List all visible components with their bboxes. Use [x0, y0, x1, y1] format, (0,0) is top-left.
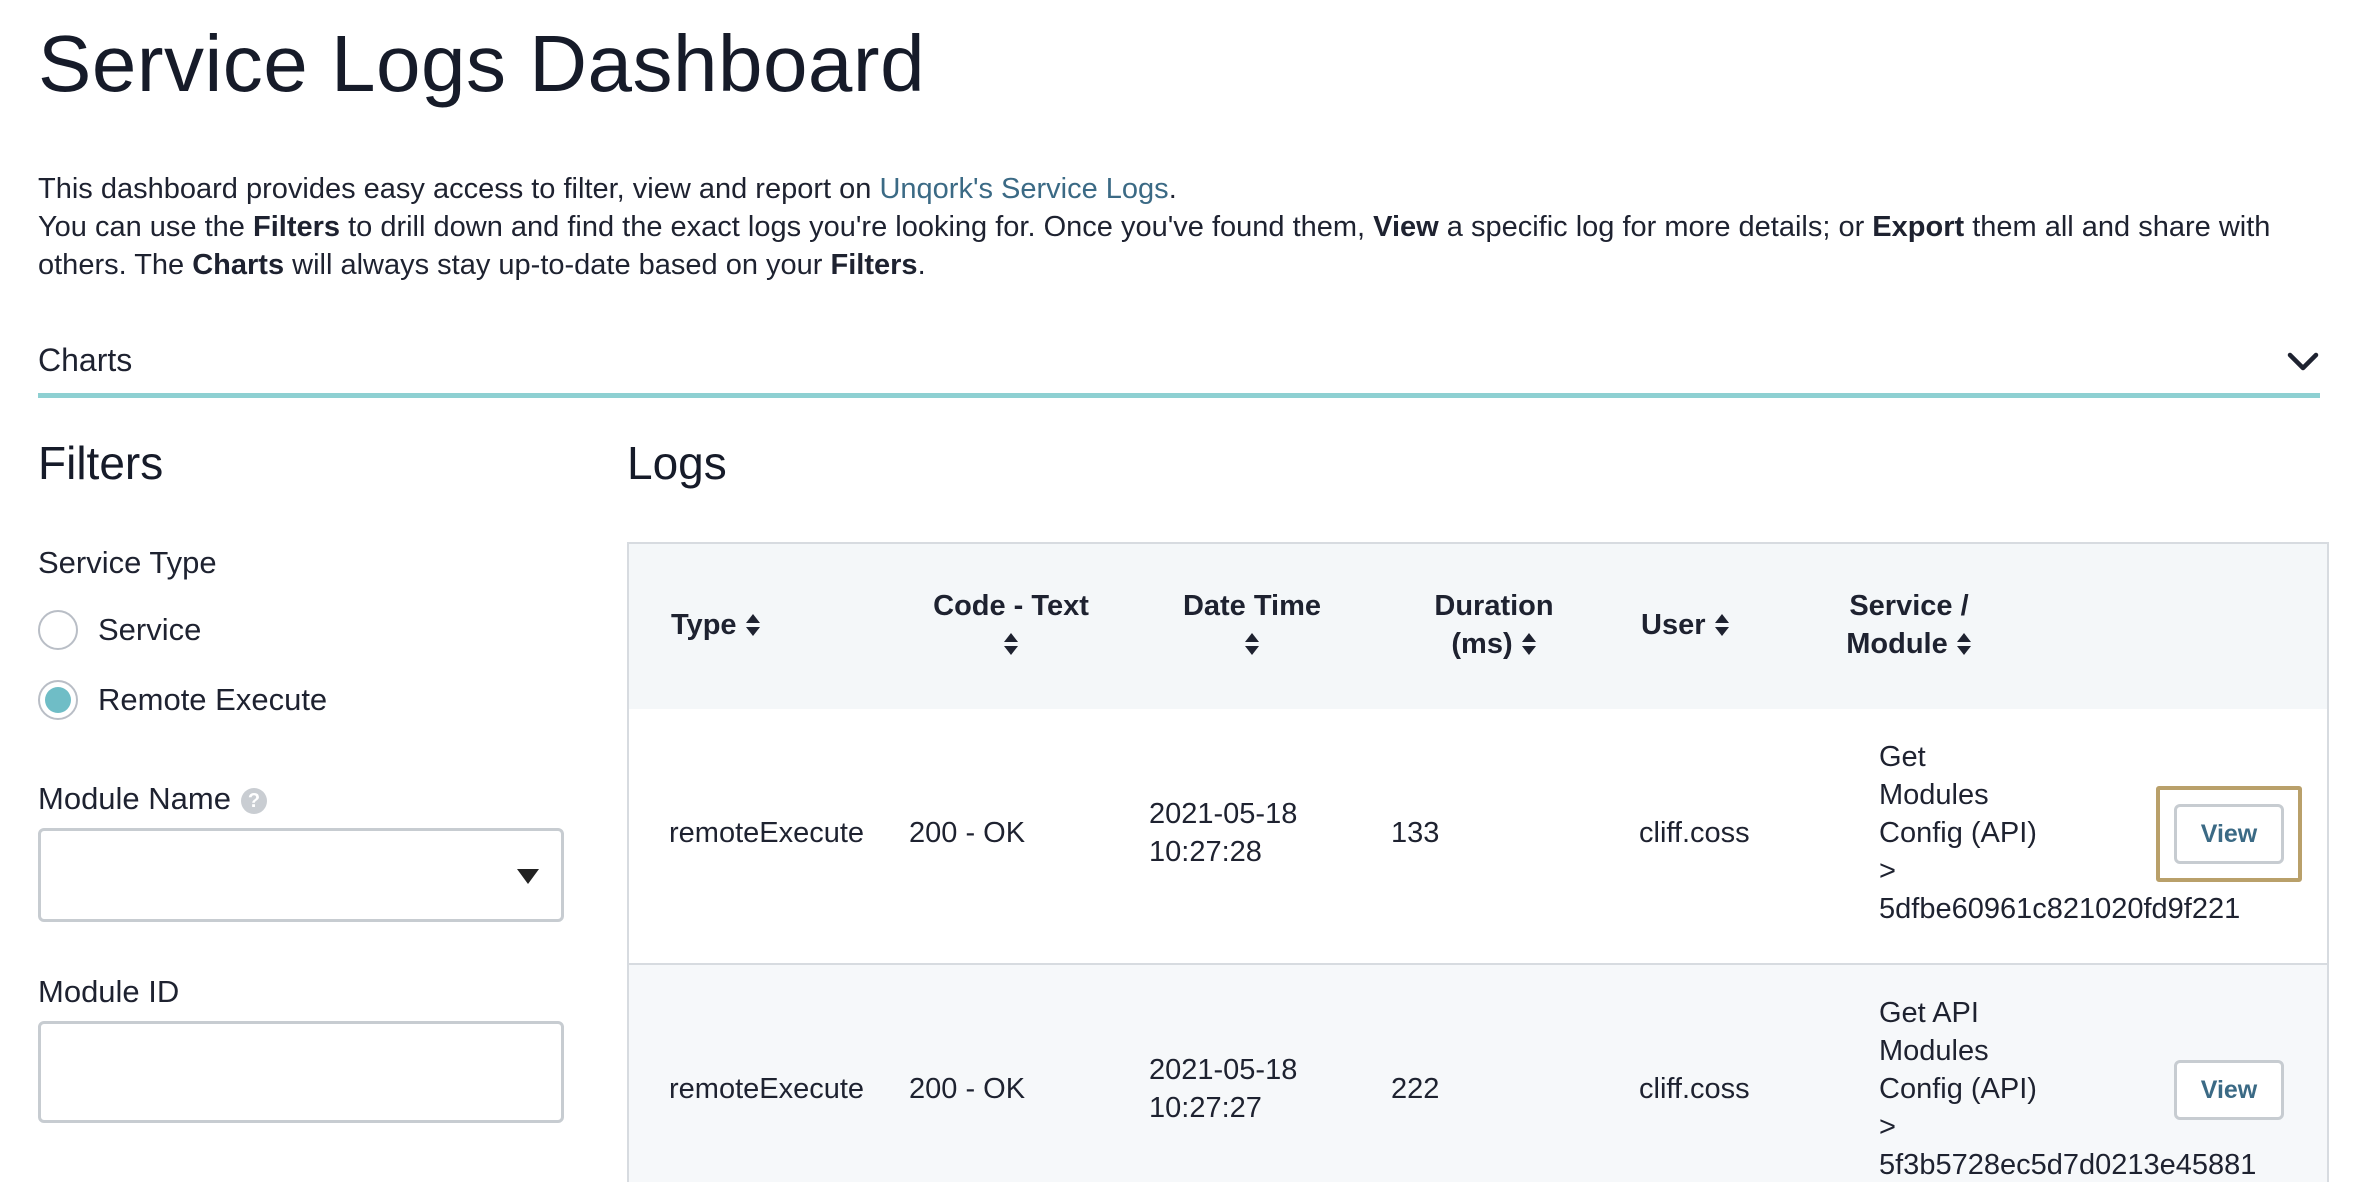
radio-circle-service[interactable]	[38, 610, 78, 650]
sort-icon	[1956, 633, 1971, 655]
cell-datetime: 2021-05-18 10:27:27	[1149, 1051, 1297, 1127]
cell-service-line: Get	[1879, 741, 1926, 773]
cell-date: 2021-05-18	[1149, 1054, 1298, 1086]
module-id-label: Module ID	[38, 974, 180, 1009]
intro-text-segment: You can use the	[38, 211, 253, 243]
column-header-label: Date Time	[1182, 590, 1322, 622]
cell-service-line: 5dfbe60961c821020fd9f221	[1879, 893, 2241, 925]
intro-line-2: You can use the Filters to drill down an…	[38, 208, 2328, 284]
intro-text-segment: to drill down and find the exact logs yo…	[340, 211, 1374, 243]
intro-text-segment: will always stay up-to-date based on you…	[284, 249, 831, 281]
charts-panel-header[interactable]: Charts	[38, 336, 2320, 398]
radio-service[interactable]: Service	[38, 610, 201, 650]
help-icon[interactable]: ?	[240, 788, 267, 814]
cell-time: 10:27:27	[1149, 1092, 1262, 1124]
page-title: Service Logs Dashboard	[38, 19, 926, 108]
intro-bold-filters: Filters	[253, 211, 341, 243]
cell-datetime: 2021-05-18 10:27:28	[1149, 795, 1297, 871]
intro-text: This dashboard provides easy access to f…	[38, 170, 2328, 284]
cell-date: 2021-05-18	[1149, 798, 1298, 830]
service-logs-link[interactable]: Unqork's Service Logs	[879, 173, 1168, 205]
table-row: remoteExecute 200 - OK 2021-05-18 10:27:…	[629, 709, 2327, 965]
column-header-date[interactable]: Date Time	[1152, 587, 1352, 663]
intro-bold-export: Export	[1872, 211, 1965, 243]
radio-circle-remote-execute[interactable]	[38, 680, 78, 720]
column-header-label: Code - Text	[933, 590, 1089, 622]
cell-time: 10:27:28	[1149, 836, 1262, 868]
column-header-label: (ms)	[1451, 628, 1513, 660]
table-header: Type Code - Text Date Time Duration (ms)…	[629, 544, 2327, 709]
intro-bold-charts: Charts	[192, 249, 285, 281]
sort-icon	[1521, 633, 1536, 655]
column-header-user[interactable]: User	[1641, 606, 1730, 644]
cell-service-line: Get API	[1879, 997, 1979, 1029]
column-header-duration[interactable]: Duration (ms)	[1394, 587, 1594, 663]
column-header-label: Module	[1846, 628, 1948, 660]
intro-text-segment: .	[917, 249, 926, 281]
logs-table: Type Code - Text Date Time Duration (ms)…	[627, 542, 2329, 1182]
intro-bold-filters: Filters	[830, 249, 918, 281]
cell-type: remoteExecute	[669, 817, 865, 849]
caret-down-icon	[517, 869, 539, 884]
column-header-label: Duration	[1434, 590, 1554, 622]
column-header-label: Service /	[1849, 590, 1969, 622]
sort-icon	[745, 614, 760, 636]
cell-duration: 222	[1391, 1073, 1440, 1105]
cell-code: 200 - OK	[909, 817, 1026, 849]
service-type-label: Service Type	[38, 545, 217, 580]
sort-icon	[1004, 633, 1018, 655]
cell-duration: 133	[1391, 817, 1440, 849]
logs-title: Logs	[627, 437, 727, 489]
table-row: remoteExecute 200 - OK 2021-05-18 10:27:…	[629, 965, 2327, 1182]
filters-title: Filters	[38, 437, 164, 489]
column-header-label: User	[1641, 609, 1706, 641]
view-button[interactable]: View	[2174, 1060, 2284, 1120]
radio-remote-execute[interactable]: Remote Execute	[38, 680, 327, 720]
column-header-service[interactable]: Service / Module	[1809, 587, 2009, 663]
intro-text-segment: a specific log for more details; or	[1438, 211, 1873, 243]
cell-user: cliff.coss	[1639, 817, 1750, 849]
column-header-code[interactable]: Code - Text	[911, 587, 1111, 663]
chevron-down-icon[interactable]	[2286, 346, 2320, 376]
view-button[interactable]: View	[2174, 804, 2284, 864]
charts-panel-label: Charts	[38, 342, 133, 378]
intro-bold-view: View	[1373, 211, 1439, 243]
intro-line-1: This dashboard provides easy access to f…	[38, 170, 2328, 208]
column-header-label: Type	[671, 609, 737, 641]
sort-icon	[1714, 614, 1729, 636]
sort-icon	[1245, 633, 1259, 655]
column-header-type[interactable]: Type	[671, 606, 761, 644]
radio-service-label: Service	[98, 612, 202, 647]
module-name-label-row: Module Name?	[38, 781, 267, 817]
module-id-input[interactable]	[38, 1021, 564, 1123]
module-name-label: Module Name	[38, 781, 231, 816]
module-name-select[interactable]	[38, 828, 564, 922]
cell-service-line: 5f3b5728ec5d7d0213e45881	[1879, 1149, 2257, 1181]
intro-text-segment: This dashboard provides easy access to f…	[38, 173, 880, 205]
cell-user: cliff.coss	[1639, 1073, 1750, 1105]
cell-code: 200 - OK	[909, 1073, 1026, 1105]
cell-type: remoteExecute	[669, 1073, 865, 1105]
radio-remote-execute-label: Remote Execute	[98, 682, 328, 717]
intro-text-segment: .	[1168, 173, 1177, 205]
